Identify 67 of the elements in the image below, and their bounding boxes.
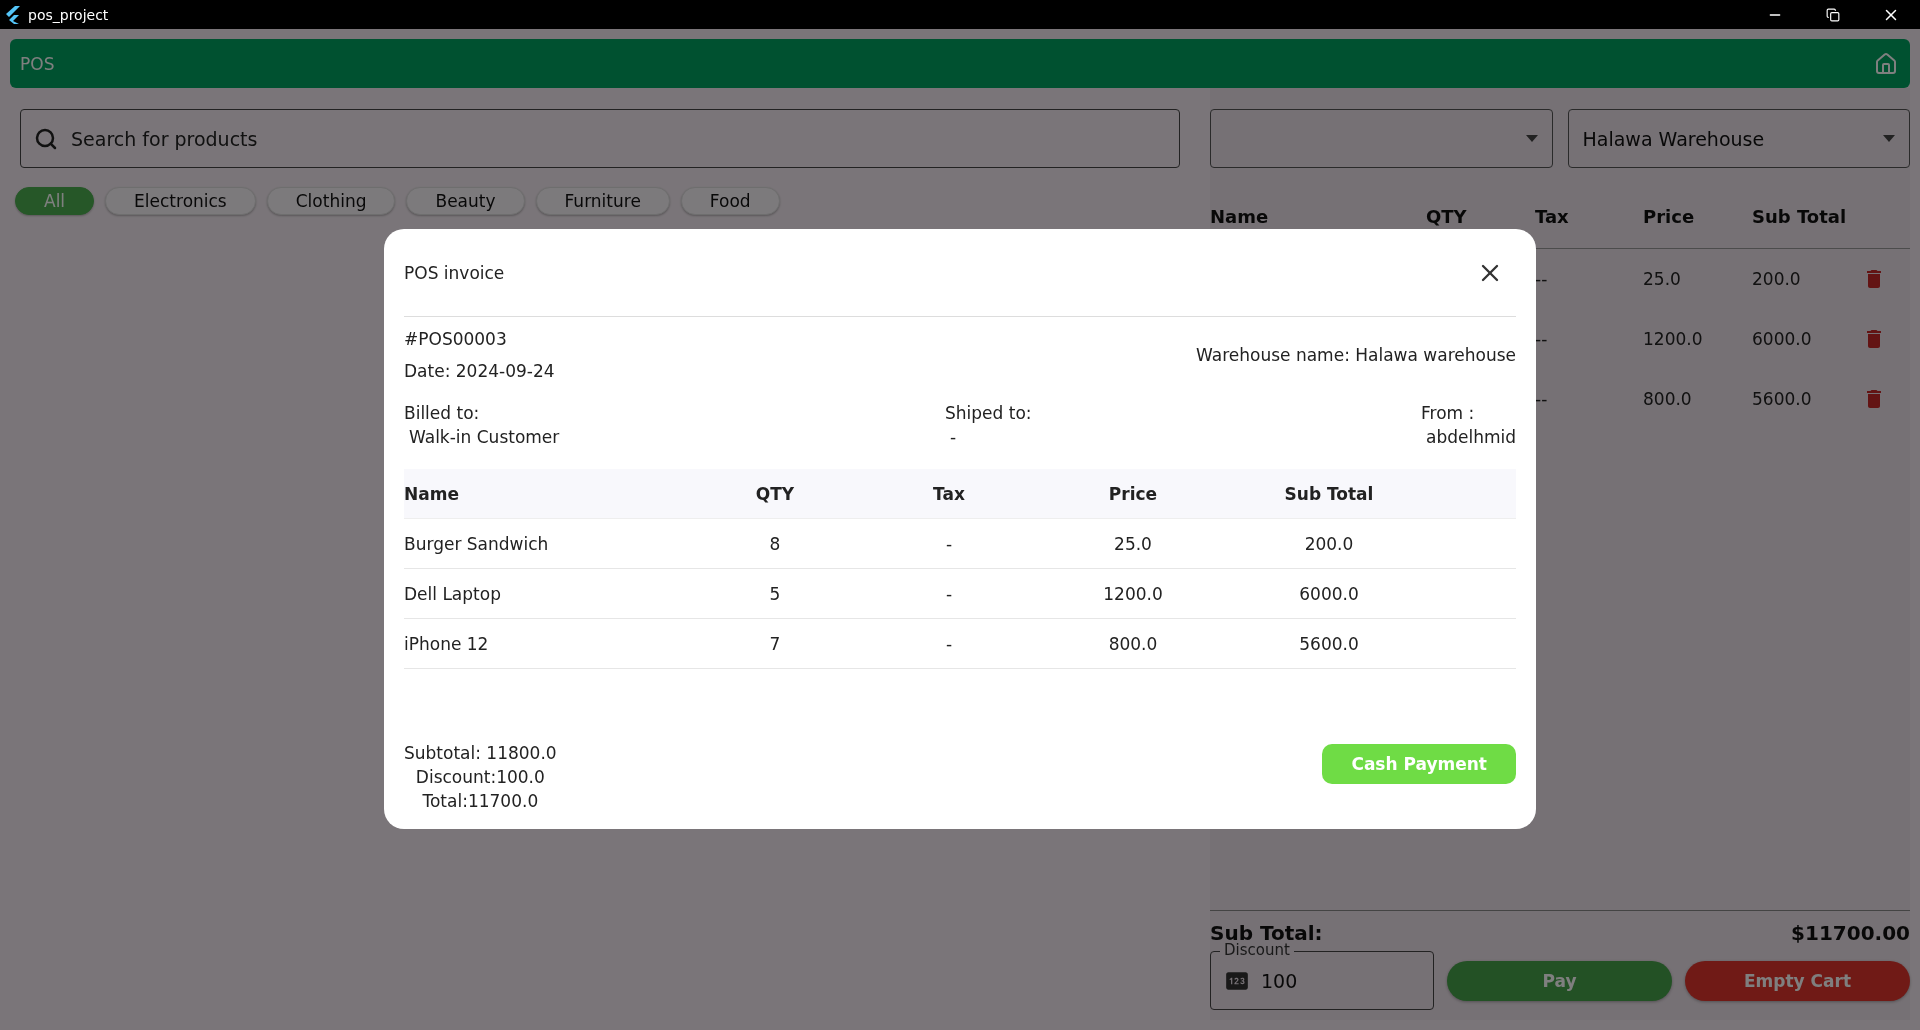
column-header: Price bbox=[1052, 469, 1214, 519]
column-header: Price bbox=[1643, 206, 1696, 227]
table-cell: 200.0 bbox=[1214, 519, 1516, 569]
warehouse-name: Warehouse name: Halawa warehouse bbox=[1196, 345, 1516, 365]
search-icon bbox=[34, 126, 58, 151]
category-chip[interactable]: Electronics bbox=[105, 187, 256, 215]
table-cell: 6000.0 bbox=[1214, 569, 1516, 619]
table-cell: - bbox=[846, 519, 1052, 569]
category-chip[interactable]: Beauty bbox=[406, 187, 525, 215]
table-cell-text: -- bbox=[1535, 269, 1549, 289]
category-chip[interactable]: All bbox=[15, 187, 95, 215]
column-header: Sub Total bbox=[1752, 206, 1848, 227]
table-cell: 25.0 bbox=[1052, 519, 1214, 569]
table-cell: - bbox=[846, 619, 1052, 669]
table-cell-text: 25.0 bbox=[1643, 269, 1682, 289]
search-field[interactable]: Search for products bbox=[20, 109, 1180, 168]
table-cell-text: 1200.0 bbox=[1643, 329, 1704, 349]
party-label: Shiped to: bbox=[945, 403, 1033, 423]
category-chip[interactable]: Food bbox=[680, 187, 780, 215]
total-line: Subtotal: 11800.0 bbox=[404, 743, 557, 763]
column-header: Sub Total bbox=[1214, 469, 1516, 519]
warehouse-dropdown[interactable]: Halawa Warehouse bbox=[1567, 109, 1910, 168]
window-title: pos_project bbox=[28, 6, 110, 23]
table-cell: Dell Laptop bbox=[404, 569, 704, 619]
subtotal-amount: $11700.00 bbox=[1791, 921, 1910, 945]
table-cell-text: 6000.0 bbox=[1752, 329, 1813, 349]
pay-button[interactable]: Pay bbox=[1447, 960, 1672, 1001]
party-label: Billed to: bbox=[404, 403, 481, 423]
table-cell: - bbox=[846, 569, 1052, 619]
column-header: Name bbox=[1210, 206, 1270, 227]
party-value: abdelhmid bbox=[1424, 427, 1516, 447]
table-cell: iPhone 12 bbox=[404, 619, 704, 669]
dropdown-caret-icon bbox=[1883, 135, 1895, 142]
table-cell: 8 bbox=[704, 519, 846, 569]
customer-dropdown[interactable] bbox=[1210, 109, 1553, 168]
column-header: Tax bbox=[846, 469, 1052, 519]
party-label: From : bbox=[1420, 403, 1476, 423]
home-icon[interactable] bbox=[1874, 51, 1898, 76]
total-line: Discount:100.0 bbox=[415, 767, 545, 787]
table-cell-text: -- bbox=[1535, 389, 1549, 409]
column-header: Name bbox=[404, 469, 704, 519]
app-title: POS bbox=[20, 53, 56, 74]
table-cell-text: 5600.0 bbox=[1752, 389, 1813, 409]
app-logo-icon bbox=[6, 5, 20, 24]
table-cell: 1200.0 bbox=[1052, 569, 1214, 619]
party-value: - bbox=[949, 427, 958, 447]
table-cell-text: -- bbox=[1535, 329, 1549, 349]
column-header: QTY bbox=[1426, 206, 1468, 227]
party-value: Walk-in Customer bbox=[408, 427, 561, 447]
column-header: QTY bbox=[704, 469, 846, 519]
empty-cart-button[interactable]: Empty Cart bbox=[1685, 960, 1910, 1001]
invoice-number: #POS00003 bbox=[404, 329, 508, 349]
restore-icon[interactable] bbox=[1826, 7, 1840, 22]
dialog-title: POS invoice bbox=[404, 262, 505, 283]
table-cell: 800.0 bbox=[1052, 619, 1214, 669]
invoice-date: Date: 2024-09-24 bbox=[404, 361, 555, 381]
category-chip[interactable]: Furniture bbox=[535, 187, 670, 215]
table-cell: 5 bbox=[704, 569, 846, 619]
dropdown-caret-icon bbox=[1525, 135, 1538, 142]
table-cell: Burger Sandwich bbox=[404, 519, 704, 569]
table-cell-text: 200.0 bbox=[1752, 269, 1802, 289]
column-header: Tax bbox=[1535, 206, 1570, 227]
table-cell-text: 800.0 bbox=[1643, 389, 1693, 409]
category-chip[interactable]: Clothing bbox=[266, 187, 396, 215]
table-cell: 5600.0 bbox=[1214, 619, 1516, 669]
total-line: Total:11700.0 bbox=[422, 791, 539, 811]
table-cell: 7 bbox=[704, 619, 846, 669]
